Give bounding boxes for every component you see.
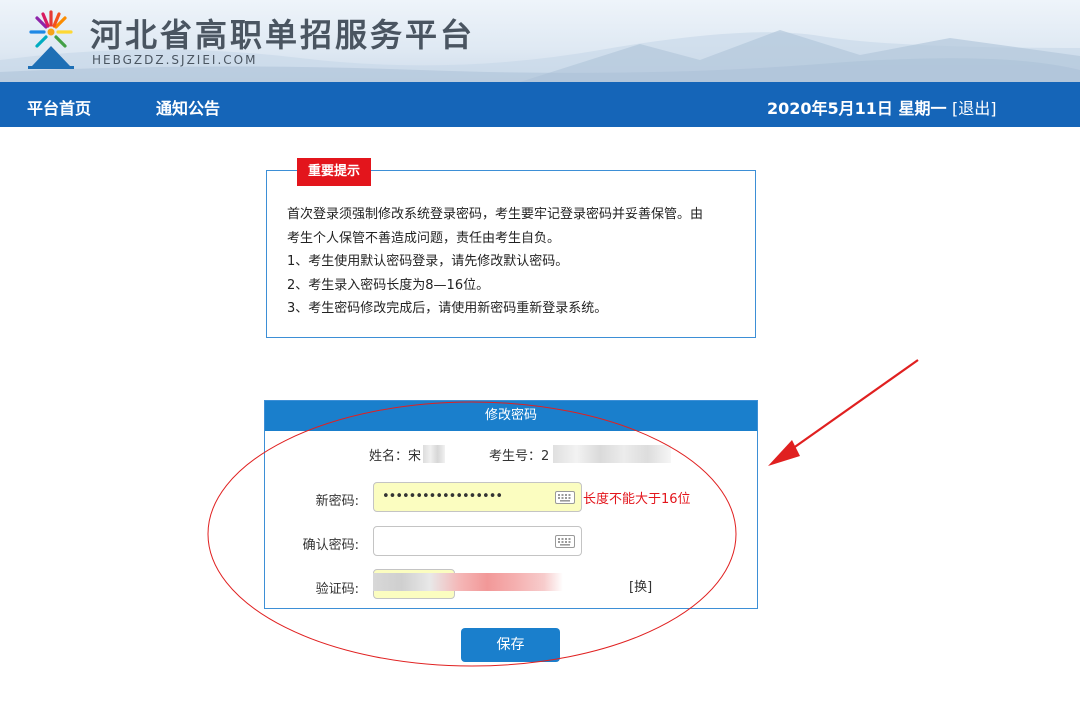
notice-line: 1、考生使用默认密码登录，请先修改默认密码。: [287, 254, 569, 269]
student-name: 姓名：宋: [369, 449, 422, 464]
password-length-error: 长度不能大于16位: [583, 492, 691, 507]
keyboard-icon[interactable]: [555, 491, 575, 504]
student-info-row: 姓名：宋 考生号：2: [265, 445, 759, 465]
new-password-input[interactable]: ••••••••••••••••••: [373, 482, 582, 512]
logout-link[interactable]: [退出]: [952, 95, 997, 119]
current-date: 2020年5月11日 星期一: [767, 99, 947, 118]
site-title: 河北省高职单招服务平台: [90, 16, 476, 54]
captcha-image-redacted[interactable]: [373, 573, 563, 591]
captcha-label: 验证码:: [315, 582, 359, 597]
nav-notice-link[interactable]: 通知公告: [156, 95, 220, 119]
change-password-panel: 修改密码 姓名：宋 考生号：2 新密码: •••••••••••••••••• …: [264, 400, 758, 609]
keyboard-icon[interactable]: [555, 535, 575, 548]
id-redaction: [553, 445, 671, 463]
notice-line: 考生个人保管不善造成问题，责任由考生自负。: [287, 230, 561, 246]
confirm-password-label: 确认密码:: [302, 538, 359, 553]
logo-icon: [28, 10, 74, 69]
notice-line: 2、考生录入密码长度为8—16位。: [287, 277, 490, 293]
refresh-captcha-link[interactable]: [换]: [629, 576, 652, 595]
confirm-password-input[interactable]: [373, 526, 582, 556]
arrow-annotation-icon: [768, 359, 919, 466]
save-button[interactable]: 保存: [461, 628, 560, 662]
student-id: 考生号：2: [489, 449, 550, 464]
notice-tag: 重要提示: [297, 158, 371, 186]
new-password-label: 新密码:: [315, 494, 359, 509]
top-nav: 平台首页 通知公告 2020年5月11日 星期一 [退出]: [0, 82, 1080, 127]
site-domain: HEBGZDZ.SJZIEI.COM: [92, 53, 258, 67]
name-redaction: [423, 445, 445, 463]
password-mask: ••••••••••••••••••: [382, 489, 503, 504]
panel-title: 修改密码: [265, 401, 757, 431]
notice-line: 首次登录须强制修改系统登录密码，考生要牢记登录密码并妥善保管。由: [287, 207, 704, 222]
notice-line: 3、考生密码修改完成后，请使用新密码重新登录系统。: [287, 301, 608, 316]
nav-home-link[interactable]: 平台首页: [27, 95, 91, 119]
important-notice-box: 重要提示 首次登录须强制修改系统登录密码，考生要牢记登录密码并妥善保管。由 考生…: [266, 158, 756, 338]
site-header: 河北省高职单招服务平台 HEBGZDZ.SJZIEI.COM: [0, 0, 1080, 82]
notice-body: 首次登录须强制修改系统登录密码，考生要牢记登录密码并妥善保管。由 考生个人保管不…: [287, 203, 747, 321]
